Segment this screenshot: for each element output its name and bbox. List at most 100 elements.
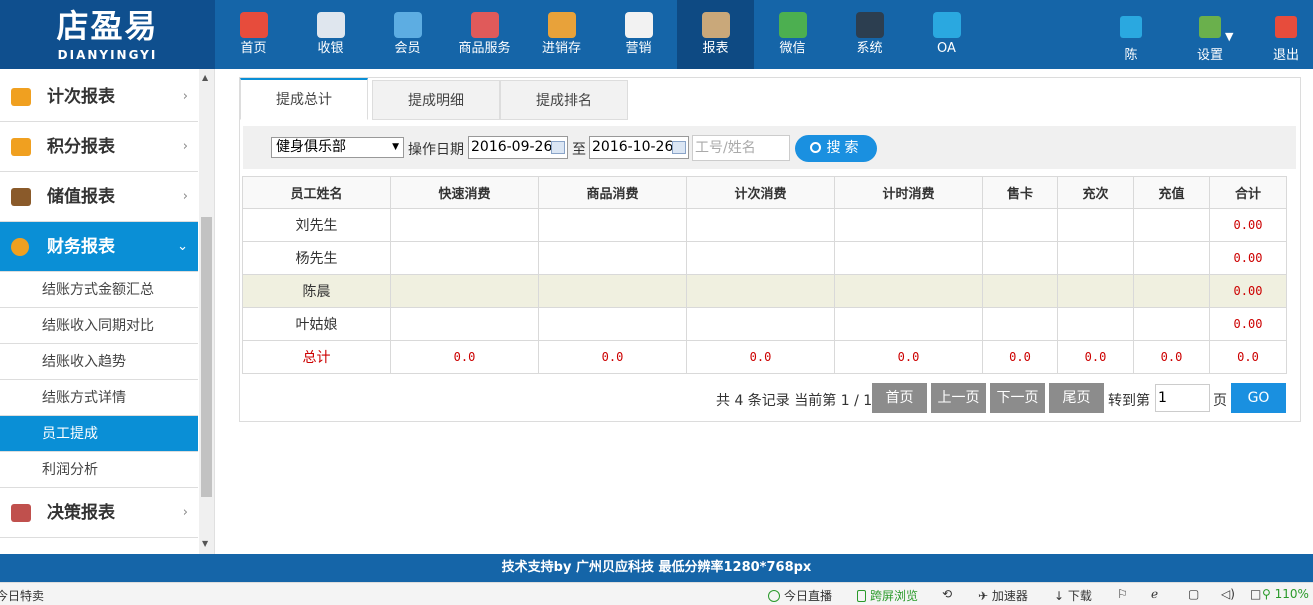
daily-deals-link[interactable]: 今日特卖 bbox=[0, 587, 44, 604]
sidebar-subitem[interactable]: 结账方式金额汇总 bbox=[0, 272, 198, 308]
table-cell bbox=[538, 208, 687, 242]
column-header: 员工姓名 bbox=[242, 176, 391, 209]
table-row[interactable]: 叶姑娘 0.00 bbox=[242, 307, 1287, 341]
tab-commission-detail[interactable]: 提成明细 bbox=[372, 80, 500, 120]
calendar-icon[interactable] bbox=[551, 141, 565, 154]
calendar-icon[interactable] bbox=[672, 141, 686, 154]
sidebar-group[interactable]: 计次报表 › bbox=[0, 72, 198, 122]
sidebar-subitem[interactable]: 结账收入同期对比 bbox=[0, 308, 198, 344]
user-nav-item-2[interactable]: 退出 bbox=[1256, 0, 1313, 69]
page-suffix: 页 bbox=[1213, 393, 1227, 409]
chevron-right-icon: › bbox=[182, 189, 188, 204]
phone-icon bbox=[857, 590, 866, 602]
nav-item-0[interactable]: 首页 bbox=[215, 0, 292, 69]
table-cell bbox=[538, 241, 687, 275]
filter-bar: 健身俱乐部 ▼ 操作日期 2016-09-26 至 2016-10-26 工号/… bbox=[243, 126, 1296, 169]
sidebar-subitem[interactable]: 结账方式详情 bbox=[0, 380, 198, 416]
table-cell bbox=[686, 307, 835, 341]
nav-label: 收银 bbox=[317, 41, 344, 56]
table-cell bbox=[686, 274, 835, 308]
window-icon[interactable]: ▢ bbox=[1188, 587, 1199, 601]
table-cell: 0.00 bbox=[1209, 241, 1287, 275]
date-to-input[interactable]: 2016-10-26 bbox=[589, 136, 689, 159]
user-nav-item-1[interactable]: 设置 ▼ bbox=[1180, 0, 1240, 69]
cash-register-icon bbox=[316, 12, 345, 38]
column-header: 充值 bbox=[1133, 176, 1210, 209]
store-select[interactable]: 健身俱乐部 ▼ bbox=[271, 137, 404, 158]
table-cell bbox=[1057, 307, 1134, 341]
column-header: 充次 bbox=[1057, 176, 1134, 209]
report-panel: 提成总计 提成明细 提成排名 健身俱乐部 ▼ 操作日期 2016-09-26 至… bbox=[239, 77, 1301, 422]
table-row[interactable]: 刘先生 0.00 bbox=[242, 208, 1287, 242]
table-cell bbox=[686, 208, 835, 242]
accelerator-link[interactable]: ✈ 加速器 bbox=[978, 587, 1028, 604]
nav-item-5[interactable]: 营销 bbox=[600, 0, 677, 69]
volume-icon[interactable]: ◁) bbox=[1221, 587, 1235, 601]
search-button[interactable]: 搜索 bbox=[795, 135, 877, 162]
live-label: 今日直播 bbox=[784, 589, 833, 603]
table-row[interactable]: 杨先生 0.00 bbox=[242, 241, 1287, 275]
chevron-right-icon: › bbox=[182, 89, 188, 104]
refresh-icon[interactable]: ⟲ bbox=[942, 587, 952, 601]
column-header: 计时消费 bbox=[834, 176, 983, 209]
goto-label: 转到第 bbox=[1108, 393, 1150, 409]
nav-item-9[interactable]: OA bbox=[908, 0, 985, 69]
table-cell bbox=[982, 274, 1058, 308]
date-from-input[interactable]: 2016-09-26 bbox=[468, 136, 568, 159]
nav-item-1[interactable]: 收银 bbox=[292, 0, 369, 69]
next-page-button[interactable]: 下一页 bbox=[990, 383, 1045, 413]
ie-icon[interactable]: ℯ bbox=[1151, 587, 1158, 601]
table-cell bbox=[982, 208, 1058, 242]
tab-commission-ranking[interactable]: 提成排名 bbox=[500, 80, 628, 120]
top-navigation-bar: 店盈易 DIANYINGYI 首页 收银 会员 商品服务 进销存 营销 报表 微信 系统 OA 陈… bbox=[0, 0, 1313, 69]
logo: 店盈易 DIANYINGYI bbox=[0, 0, 215, 69]
nav-item-7[interactable]: 微信 bbox=[754, 0, 831, 69]
scrollbar-thumb[interactable] bbox=[201, 217, 212, 497]
live-link[interactable]: 今日直播 bbox=[768, 587, 832, 604]
settings-dropdown-icon[interactable]: ▼ bbox=[1225, 30, 1233, 43]
cross-screen-label: 跨屏浏览 bbox=[870, 589, 919, 603]
flag-icon[interactable]: ⚐ bbox=[1117, 587, 1128, 601]
sidebar-group[interactable]: 储值报表 › bbox=[0, 172, 198, 222]
nav-item-2[interactable]: 会员 bbox=[369, 0, 446, 69]
sidebar-subitem[interactable]: 结账收入趋势 bbox=[0, 344, 198, 380]
scroll-down-icon[interactable]: ▼ bbox=[202, 539, 208, 548]
nav-item-8[interactable]: 系统 bbox=[831, 0, 908, 69]
user-nav-label: 退出 bbox=[1272, 48, 1299, 63]
play-icon bbox=[768, 590, 780, 602]
prev-page-button[interactable]: 上一页 bbox=[931, 383, 986, 413]
sidebar-subitem[interactable]: 员工提成 bbox=[0, 416, 198, 452]
table-cell bbox=[390, 307, 539, 341]
user-nav-item-0[interactable]: 陈 bbox=[1101, 0, 1161, 69]
coin-icon bbox=[11, 238, 29, 256]
download-link[interactable]: ↓ 下载 bbox=[1054, 587, 1092, 604]
nav-item-4[interactable]: 进销存 bbox=[523, 0, 600, 69]
page-number-input[interactable]: 1 bbox=[1155, 384, 1210, 412]
nav-label: OA bbox=[937, 41, 956, 56]
last-page-button[interactable]: 尾页 bbox=[1049, 383, 1104, 413]
cross-screen-link[interactable]: 跨屏浏览 bbox=[857, 587, 918, 604]
zoom-level[interactable]: ⚲ 110% bbox=[1262, 587, 1309, 601]
user-nav-label: 设置 bbox=[1196, 48, 1223, 63]
first-page-button[interactable]: 首页 bbox=[872, 383, 927, 413]
nav-item-6[interactable]: 报表 bbox=[677, 0, 754, 69]
nav-label: 首页 bbox=[240, 41, 267, 56]
go-button[interactable]: GO bbox=[1231, 383, 1286, 413]
sidebar-group[interactable]: 积分报表 › bbox=[0, 122, 198, 172]
blank-page-icon[interactable]: □ bbox=[1250, 587, 1261, 601]
pagination-info: 共 4 条记录 当前第 1 / 1 bbox=[716, 393, 873, 409]
total-row: 总计 0.0 0.0 0.0 0.0 0.0 0.0 0.0 0.0 bbox=[242, 340, 1287, 374]
keyword-input[interactable]: 工号/姓名 bbox=[692, 135, 790, 161]
sidebar-subitem[interactable]: 利润分析 bbox=[0, 452, 198, 488]
table-cell bbox=[538, 274, 687, 308]
tag-icon bbox=[11, 138, 31, 156]
nav-item-3[interactable]: 商品服务 bbox=[446, 0, 523, 69]
sidebar-group-label: 储值报表 bbox=[47, 187, 115, 207]
sidebar-group[interactable]: 财务报表 ⌄ bbox=[0, 222, 198, 272]
table-row[interactable]: 陈晨 0.00 bbox=[242, 274, 1287, 308]
sidebar-group[interactable]: 决策报表 › bbox=[0, 488, 198, 538]
sidebar-scrollbar[interactable]: ▲ ▼ bbox=[199, 69, 214, 554]
scroll-up-icon[interactable]: ▲ bbox=[202, 73, 208, 82]
wallet-icon bbox=[11, 188, 31, 206]
tab-commission-total[interactable]: 提成总计 bbox=[240, 78, 368, 120]
